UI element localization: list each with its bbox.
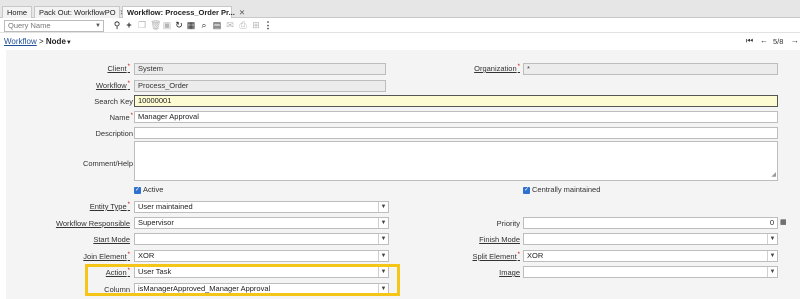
resize-handle-icon[interactable]: ◢ [771,170,776,180]
start-mode-label: Start Mode [93,235,130,244]
workflow-field[interactable]: Process_Order [134,80,386,92]
tab-pack-out[interactable]: Pack Out: WorkflowPO✕ [34,6,126,18]
query-name-placeholder: Query Name [8,21,51,30]
chevron-down-icon[interactable]: ▼ [767,251,777,261]
breadcrumb: Workflow > Node▼ [4,37,72,46]
find-icon[interactable]: ⌕ [199,20,209,31]
checkbox-checked-icon[interactable]: ✓ [523,186,530,194]
previous-record-icon[interactable]: ← [760,36,768,45]
query-name-select[interactable]: Query Name ▼ [4,20,104,32]
entity-type-label: Entity Type* [89,202,130,211]
chevron-down-icon[interactable]: ▼ [767,267,777,277]
breadcrumb-separator: > [38,37,44,46]
copy-icon[interactable]: ❐ [137,20,147,31]
active-checkbox[interactable]: ✓ Active [134,185,163,194]
window-tabs: Home Pack Out: WorkflowPO✕ Workflow: Pro… [0,5,800,19]
finish-mode-label: Finish Mode [479,235,520,244]
chevron-down-icon[interactable]: ▼ [378,202,388,212]
name-field[interactable]: Manager Approval [134,111,778,123]
chevron-down-icon[interactable]: ▼ [378,218,388,228]
priority-label: Priority [496,219,520,228]
client-label: Client* [107,64,130,73]
tab-label: Home [7,8,28,17]
client-field[interactable]: System [134,63,386,75]
refresh-icon[interactable]: ↻ [174,20,184,31]
centrally-maintained-checkbox[interactable]: ✓ Centrally maintained [523,185,600,194]
search-key-label: Search Key [94,97,133,106]
next-record-icon[interactable]: → [791,36,799,45]
finish-mode-select[interactable]: ▼ [523,233,778,245]
new-icon[interactable]: + [124,20,134,31]
join-element-select[interactable]: XOR ▼ [134,250,389,262]
name-label: Name* [109,113,133,122]
split-element-label: Split Element* [472,252,520,261]
search-icon[interactable]: ⚲ [112,20,122,31]
attachment-icon[interactable]: ▤ [212,20,222,31]
workflow-label: Workflow* [95,81,130,90]
more-icon[interactable]: ⋮ [263,20,273,31]
workflow-responsible-label: Workflow Responsible [55,219,130,228]
first-record-icon[interactable]: ⏮ [746,36,753,46]
comment-help-textarea[interactable]: ◢ [134,141,778,181]
delete-icon[interactable]: 🗑 [150,20,161,31]
close-icon[interactable]: ✕ [239,8,245,17]
toolbar: Query Name ▼ ⚲ + ❐ 🗑 ▣ ↻ ▦ ⌕ ▤ ✉ ⎙ ⊞ ⋮ [0,18,800,33]
active-label: Active [143,185,164,194]
join-element-label: Join Element* [83,252,130,261]
chevron-down-icon[interactable]: ▼ [767,234,777,244]
workflow-responsible-select[interactable]: Supervisor ▼ [134,217,389,229]
report-icon[interactable]: ⊞ [251,20,261,31]
record-position: 5/8 [773,37,784,46]
grid-toggle-icon[interactable]: ▦ [186,20,196,31]
entity-type-select[interactable]: User maintained ▼ [134,201,389,213]
tab-label: Pack Out: WorkflowPO [39,8,116,17]
tab-home[interactable]: Home [2,6,32,18]
caret-down-icon[interactable]: ▼ [66,40,72,46]
chevron-down-icon: ▼ [95,23,101,29]
comment-help-label: Comment/Help [82,159,133,168]
print-icon[interactable]: ⎙ [238,20,248,31]
image-select[interactable]: ▼ [523,266,778,278]
organization-label: Organization* [474,64,520,73]
image-label: Image [499,268,520,277]
search-key-field[interactable]: 10000001 [134,95,778,107]
centrally-maintained-label: Centrally maintained [532,185,601,194]
description-field[interactable] [134,127,778,139]
description-label: Description [95,129,133,138]
split-element-select[interactable]: XOR ▼ [523,250,778,262]
highlight-annotation [85,264,400,296]
chevron-down-icon[interactable]: ▼ [378,234,388,244]
priority-field[interactable]: 0 [523,217,778,229]
start-mode-select[interactable]: ▼ [134,233,389,245]
chat-icon[interactable]: ✉ [225,20,235,31]
organization-field[interactable]: * [523,63,778,75]
checkbox-checked-icon[interactable]: ✓ [134,186,141,194]
save-icon[interactable]: ▣ [162,20,172,31]
tab-label: Workflow: Process_Order Pr... [127,8,235,17]
breadcrumb-current[interactable]: Node [46,37,66,46]
chevron-down-icon[interactable]: ▼ [378,251,388,261]
calculator-icon[interactable]: ▦ [780,218,787,226]
breadcrumb-workflow-link[interactable]: Workflow [4,37,37,46]
